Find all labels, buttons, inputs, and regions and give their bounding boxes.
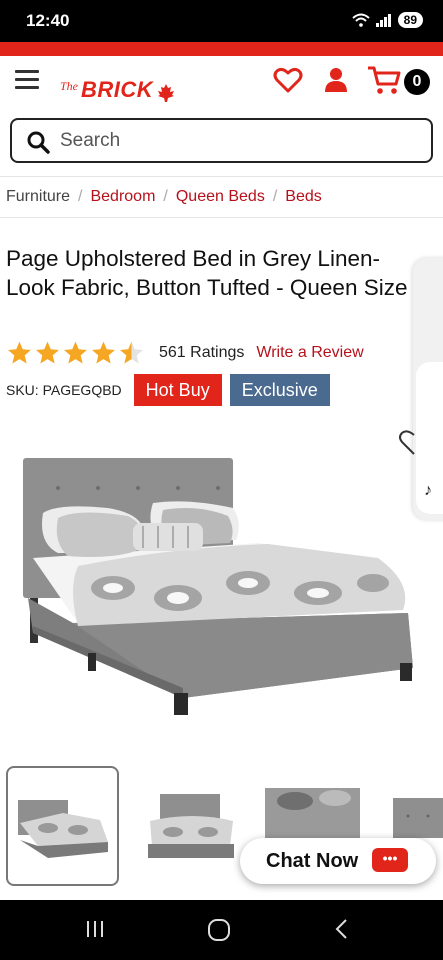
brand-logo[interactable]: The BRICK — [60, 73, 176, 103]
music-note-icon[interactable]: ♪ — [424, 482, 432, 500]
home-icon[interactable] — [207, 918, 231, 942]
account-icon[interactable] — [320, 64, 352, 96]
breadcrumb-furniture[interactable]: Furniture — [6, 188, 70, 206]
back-icon[interactable] — [334, 918, 350, 940]
hamburger-icon[interactable] — [15, 70, 39, 90]
exclusive-badge: Exclusive — [229, 374, 330, 406]
star-icon — [92, 341, 115, 364]
cart-icon[interactable] — [366, 64, 402, 96]
site-header: The BRICK 0 — [0, 56, 443, 114]
thumbnail-1[interactable] — [6, 766, 119, 886]
search-input[interactable] — [60, 129, 410, 153]
hot-buy-badge: Hot Buy — [133, 374, 222, 406]
breadcrumb-bedroom[interactable]: Bedroom — [90, 188, 155, 206]
recents-icon[interactable] — [84, 918, 106, 940]
thumbnail-2[interactable] — [138, 766, 251, 886]
star-icon — [36, 341, 59, 364]
write-review-link[interactable]: Write a Review — [256, 344, 363, 362]
status-icons: 89 — [351, 12, 423, 28]
rating-row: 561 Ratings Write a Review — [6, 340, 364, 366]
breadcrumb-queen-beds[interactable]: Queen Beds — [176, 188, 265, 206]
logo-the: The — [60, 79, 78, 93]
promo-strip[interactable] — [0, 42, 443, 56]
status-bar: 12:40 89 — [0, 0, 443, 42]
signal-icon — [375, 14, 391, 27]
status-time: 12:40 — [26, 11, 70, 30]
breadcrumb-beds[interactable]: Beds — [285, 188, 321, 206]
search-bar[interactable] — [10, 118, 433, 163]
search-icon[interactable] — [26, 130, 50, 154]
star-icon — [64, 341, 87, 364]
star-half-icon — [120, 341, 143, 364]
chat-now-button[interactable]: Chat Now ••• — [240, 838, 436, 884]
breadcrumb: Furniture / Bedroom / Queen Beds / Beds — [0, 176, 443, 218]
chat-now-label: Chat Now — [266, 849, 359, 872]
heart-icon[interactable] — [272, 64, 304, 96]
product-title: Page Upholstered Bed in Grey Linen-Look … — [6, 246, 408, 300]
breadcrumb-separator: / — [163, 188, 168, 205]
maple-leaf-icon — [158, 84, 175, 102]
breadcrumb-separator: / — [272, 188, 278, 205]
wifi-icon — [351, 13, 370, 27]
cart-count-badge[interactable]: 0 — [404, 69, 430, 95]
product-main-image[interactable] — [18, 448, 418, 728]
logo-brick: BRICK — [81, 77, 154, 102]
breadcrumb-separator: / — [78, 188, 83, 205]
ratings-count[interactable]: 561 Ratings — [159, 344, 244, 362]
battery-indicator: 89 — [397, 12, 423, 28]
chat-icon: ••• — [372, 848, 408, 872]
sku-label: SKU: PAGEGQBD — [6, 382, 122, 398]
system-nav-bar — [0, 900, 443, 960]
star-icon — [8, 341, 31, 364]
star-rating[interactable] — [6, 340, 145, 366]
sku-row: SKU: PAGEGQBD Hot Buy Exclusive — [6, 374, 330, 406]
floating-side-panel-inner[interactable]: ♪ — [416, 362, 443, 514]
